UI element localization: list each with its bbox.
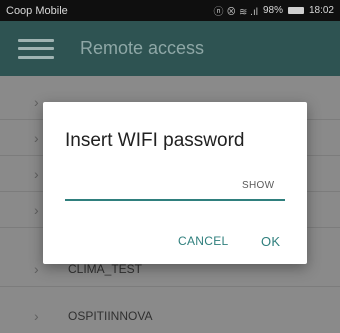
battery-icon	[287, 7, 304, 14]
wifi-password-dialog: Insert WIFI password SHOW CANCEL OK	[43, 102, 307, 264]
app-bar: Remote access	[0, 21, 340, 76]
list-item[interactable]: › OSPITIINNOVA	[0, 298, 340, 333]
input-underline	[65, 199, 285, 201]
status-bar: Coop Mobile ⓝ ⊗ ≋ .ıl 98% 18:02	[0, 0, 340, 21]
status-indicators: ⓝ ⊗ ≋ .ıl 98% 18:02	[213, 3, 334, 18]
hamburger-menu-icon[interactable]	[18, 38, 54, 59]
carrier-label: Coop Mobile	[6, 4, 68, 17]
chevron-right-icon: ›	[34, 307, 39, 324]
list-item-label: OSPITIINNOVA	[68, 308, 153, 323]
password-input[interactable]	[65, 174, 257, 198]
ok-button[interactable]: OK	[261, 234, 280, 249]
dialog-title: Insert WIFI password	[65, 130, 245, 151]
show-password-toggle[interactable]: SHOW	[242, 180, 274, 191]
clock: 18:02	[308, 5, 334, 16]
signal-icons: ⓝ ⊗ ≋ .ıl	[213, 7, 258, 18]
page-title: Remote access	[80, 38, 205, 58]
battery-percent: 98%	[262, 5, 283, 16]
cancel-button[interactable]: CANCEL	[178, 234, 228, 248]
